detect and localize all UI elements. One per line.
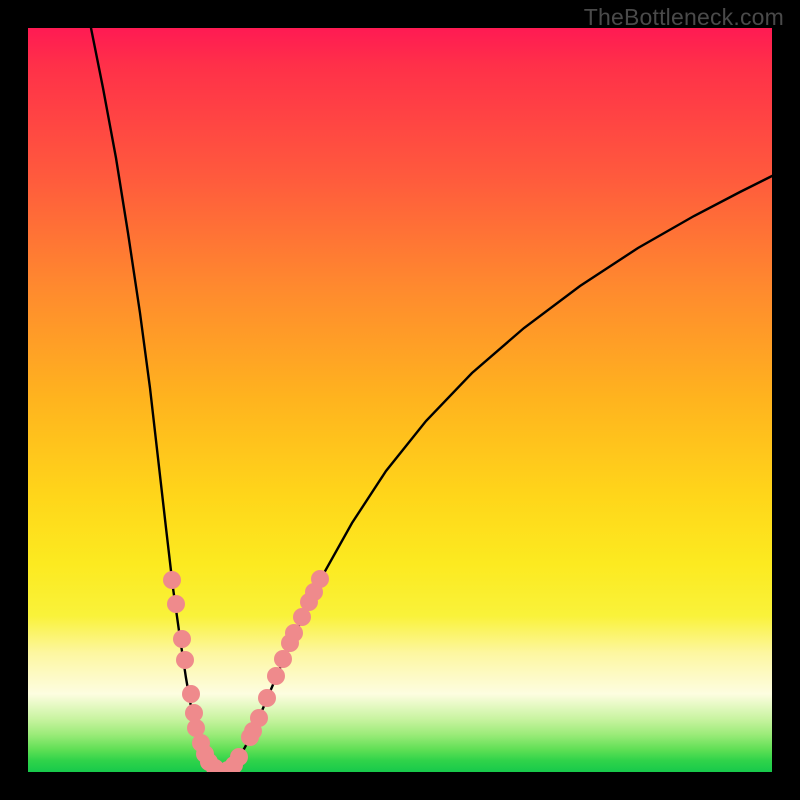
data-marker (167, 595, 185, 613)
data-marker (176, 651, 194, 669)
data-marker (230, 748, 248, 766)
data-marker (173, 630, 191, 648)
marker-group (163, 570, 329, 772)
data-marker (250, 709, 268, 727)
data-marker (163, 571, 181, 589)
curve-right (220, 176, 772, 772)
curve-left (91, 28, 220, 772)
chart-frame: TheBottleneck.com (0, 0, 800, 800)
data-marker (258, 689, 276, 707)
data-marker (274, 650, 292, 668)
watermark-text: TheBottleneck.com (584, 4, 784, 31)
plot-area (28, 28, 772, 772)
data-marker (267, 667, 285, 685)
data-marker (285, 624, 303, 642)
chart-overlay (28, 28, 772, 772)
data-marker (182, 685, 200, 703)
data-marker (311, 570, 329, 588)
